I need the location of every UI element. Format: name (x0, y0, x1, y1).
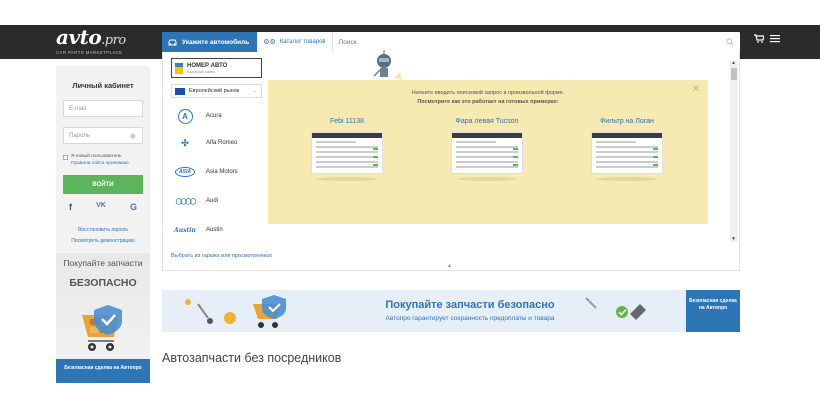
plate-subtitle: Быстрый поиск (187, 68, 216, 74)
brand-item[interactable]: ◯◯◯◯ Audi (173, 190, 218, 212)
example-link[interactable]: Фара левая Tucson (450, 118, 524, 125)
scroll-up-icon[interactable]: ▲ (731, 60, 736, 66)
banner-title: Покупайте запчасти безопасно (385, 299, 555, 311)
plate-search-button[interactable]: НОМЕР АВТО Быстрый поиск (171, 58, 262, 78)
collapse-caret-icon[interactable]: ▲ (447, 263, 452, 269)
new-user-label: Я новый пользователь (71, 154, 122, 159)
cart-icon[interactable] (754, 34, 765, 46)
banner-subtitle: Автопро гарантирует сохранность предопла… (385, 315, 555, 322)
audi-logo-icon: ◯◯◯◯ (175, 198, 197, 205)
promo-title: Покупайте запчасти (63, 258, 143, 268)
account-title: Личный кабинет (72, 81, 134, 90)
tools-illustration (585, 297, 646, 320)
brand-item[interactable]: A Acura (173, 105, 222, 127)
tab-catalog[interactable]: ⚙⚙ Каталог товаров (257, 32, 333, 52)
brand-label: Austin (206, 227, 223, 233)
tab-select-car-label: Укажите автомобиль (182, 38, 250, 46)
car-selector-panel: НОМЕР АВТО Быстрый поиск Европейский рын… (162, 50, 740, 271)
acura-logo-icon: A (173, 108, 197, 124)
scroll-down-icon[interactable]: ▼ (731, 236, 736, 242)
asia-motors-logo-icon: ASIA (173, 164, 197, 180)
eu-flag-icon (175, 87, 185, 95)
facebook-icon[interactable]: f (69, 202, 72, 212)
restore-password-link[interactable]: Восстановить пароль (56, 227, 150, 233)
garage-link[interactable]: Выбрать из гаража или просмотренных (171, 253, 272, 259)
example-card[interactable]: Фильтр на Логан (590, 118, 664, 181)
view-demo-link[interactable]: Посмотреть демонстрацию (56, 238, 150, 244)
robot-mascot-icon (373, 50, 402, 80)
scroll-thumb[interactable] (731, 68, 737, 80)
car-icon (168, 39, 177, 45)
logo-subtitle: CAR PARTS MARKETPLACE (56, 50, 123, 55)
example-link[interactable]: Febi 11138 (310, 118, 384, 125)
rules-link[interactable]: Правила сайта принимаю (71, 161, 129, 166)
page-title: Автозапчасти без посредников (162, 351, 342, 365)
site-logo[interactable]: avto.pro CAR PARTS MARKETPLACE (56, 25, 150, 55)
key-coin-illustration (185, 299, 236, 324)
example-link[interactable]: Фильтр на Логан (590, 118, 664, 125)
plate-title: НОМЕР АВТО (187, 62, 228, 69)
search-hint-popup: ✕ Начните вводить поисковой запрос в про… (268, 80, 708, 224)
email-field[interactable]: E-mail (63, 100, 143, 117)
brand-item[interactable]: Austin Austin (173, 219, 223, 241)
cart-shield-illustration (82, 305, 122, 351)
austin-logo-icon: Austin (174, 226, 196, 234)
login-button[interactable]: ВОЙТИ (63, 175, 143, 194)
password-field[interactable]: Пароль ◉ (63, 127, 143, 144)
new-user-checkbox[interactable]: Я новый пользователь Правила сайта приним… (63, 154, 145, 167)
brand-label: Acura (206, 113, 222, 119)
gears-icon: ⚙⚙ (263, 39, 276, 46)
hint-line-2: Посмотрите как это работает на готовых п… (417, 99, 559, 105)
google-icon[interactable]: G (130, 202, 137, 212)
banner-tag: Безопасная сделка на Автопро (686, 290, 740, 332)
search-input[interactable] (332, 38, 720, 46)
example-screenshot (591, 132, 663, 174)
tab-catalog-label: Каталог товаров (279, 39, 326, 45)
logo-text: avto (56, 25, 102, 49)
checkbox-box[interactable] (63, 155, 68, 160)
example-screenshot (311, 132, 383, 174)
hint-line-1: Начните вводить поисковой запрос в произ… (411, 90, 565, 96)
safe-deal-promo[interactable]: Покупайте запчасти БЕЗОПАСНО Безопасная … (56, 253, 150, 383)
password-placeholder: Пароль (69, 132, 90, 139)
chevron-down-icon: ⌄ (252, 88, 257, 94)
cart-shield-icon (253, 295, 286, 328)
example-screenshot (451, 132, 523, 174)
promo-bold: БЕЗОПАСНО (69, 277, 137, 289)
promo-footer: Безопасная сделка на Автопро (56, 359, 150, 383)
brand-label: Alfa Romeo (206, 140, 238, 146)
brand-label: Asia Motors (206, 169, 238, 175)
alfa-romeo-logo-icon: ✣ (181, 137, 189, 148)
market-label: Европейский рынок (189, 88, 240, 94)
social-login: f VK G (63, 202, 143, 212)
brand-label: Audi (206, 198, 219, 204)
brand-item[interactable]: ✣ Alfa Romeo (173, 132, 237, 154)
tab-select-car[interactable]: Укажите автомобиль (162, 32, 258, 52)
logo-pro: .pro (101, 33, 126, 48)
brand-item[interactable]: ASIA Asia Motors (173, 161, 238, 183)
plate-flag-icon (175, 62, 183, 74)
brand-list-scrollbar[interactable]: ▲ ▼ (730, 60, 738, 242)
eye-icon[interactable]: ◉ (130, 132, 136, 140)
search-icon[interactable] (720, 38, 740, 46)
safe-deal-banner[interactable]: Покупайте запчасти безопасно Автопро гар… (162, 290, 740, 332)
search-bar: Укажите автомобиль ⚙⚙ Каталог товаров (162, 32, 740, 52)
example-card[interactable]: Febi 11138 (310, 118, 384, 181)
market-select[interactable]: Европейский рынок ⌄ (171, 84, 262, 98)
menu-icon[interactable] (770, 34, 780, 46)
example-card[interactable]: Фара левая Tucson (450, 118, 524, 181)
vk-icon[interactable]: VK (96, 202, 106, 212)
